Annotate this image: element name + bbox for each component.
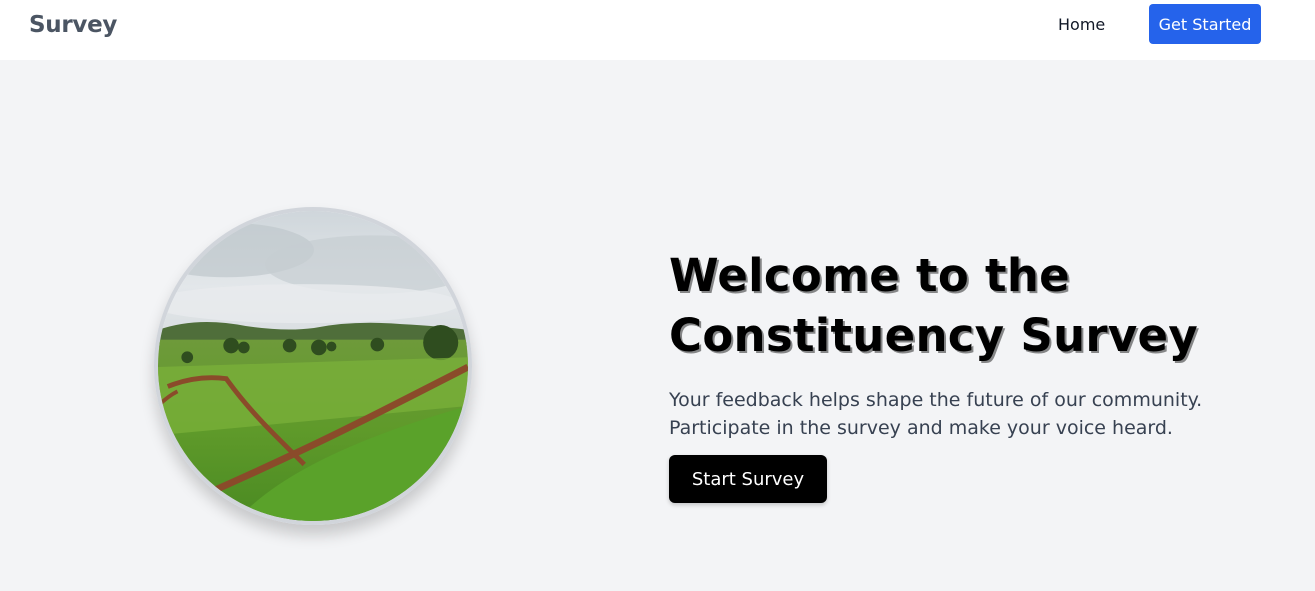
get-started-button[interactable]: Get Started xyxy=(1149,4,1261,44)
hero-image xyxy=(154,207,472,525)
landscape-illustration xyxy=(158,211,468,521)
hero-description: Your feedback helps shape the future of … xyxy=(669,389,1203,439)
brand-logo[interactable]: Survey xyxy=(29,12,117,38)
navbar: Survey Home Get Started xyxy=(0,0,1315,60)
hero-title: Welcome to the Constituency Survey xyxy=(669,249,1199,362)
nav-link-home[interactable]: Home xyxy=(1058,15,1105,34)
start-survey-button[interactable]: Start Survey xyxy=(669,455,827,503)
